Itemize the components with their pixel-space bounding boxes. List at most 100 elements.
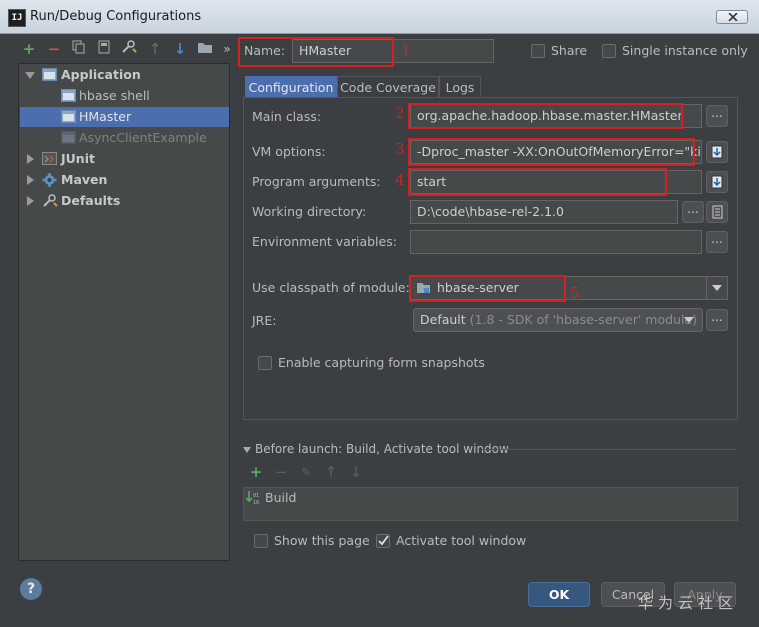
folder-icon-glyph (198, 43, 212, 53)
tab-logs[interactable]: Logs (439, 76, 481, 98)
tree-item-label: Maven (61, 172, 108, 187)
configuration-tree: Application hbase shell HMaster AsyncCli… (18, 63, 230, 561)
checkmark-icon (378, 535, 389, 546)
jre-value: Default (420, 312, 466, 327)
jre-hint: (1.8 - SDK of 'hbase-server' module) (469, 312, 698, 327)
build-task-label: Build (265, 490, 297, 505)
application-config-icon-disabled (61, 131, 76, 144)
main-class-label: Main class: (252, 109, 322, 124)
jre-label: JRE: (252, 313, 277, 328)
environment-variables-input[interactable] (410, 230, 702, 254)
folder-icon[interactable] (196, 40, 214, 58)
expand-triangle-icon (27, 175, 34, 185)
annotation-number-3: 3 (395, 140, 405, 158)
environment-variables-browse-button[interactable]: ... (706, 231, 728, 253)
capture-snapshots-label: Enable capturing form snapshots (278, 355, 485, 370)
select-divider (706, 277, 707, 299)
show-page-label: Show this page (274, 533, 370, 548)
junit-icon (42, 152, 57, 165)
expand-field-icon (711, 145, 723, 159)
intellij-app-icon: IJ (8, 9, 26, 27)
annotation-box-3 (408, 138, 695, 166)
expand-field-icon (711, 175, 723, 189)
move-task-down-icon[interactable]: ↓ (347, 463, 365, 481)
move-up-icon[interactable]: ↑ (146, 40, 164, 58)
svg-text:10: 10 (253, 500, 259, 506)
edit-task-icon[interactable]: ✎ (297, 463, 315, 481)
working-directory-label: Working directory: (252, 204, 367, 219)
remove-icon[interactable]: − (45, 40, 63, 58)
collapse-section-icon[interactable] (243, 447, 251, 453)
vm-options-label: VM options: (252, 144, 326, 159)
tree-item-label: Defaults (61, 193, 121, 208)
move-down-icon[interactable]: ↓ (171, 40, 189, 58)
section-divider (482, 449, 736, 450)
before-launch-label: Before launch: Build, Activate tool wind… (255, 442, 509, 456)
wrench-icon[interactable] (120, 40, 138, 58)
tree-item-label: AsyncClientExample (79, 130, 207, 145)
collapse-triangle-icon (25, 72, 35, 79)
capture-snapshots-checkbox[interactable] (258, 356, 272, 370)
title-bar: IJ Run/Debug Configurations (0, 0, 759, 34)
copy-icon[interactable] (70, 40, 88, 58)
remove-task-icon[interactable]: − (272, 463, 290, 481)
annotation-number-2: 2 (395, 104, 405, 122)
annotation-number-1: 1 (401, 42, 411, 60)
add-icon[interactable]: + (20, 40, 38, 58)
save-icon-glyph (98, 40, 110, 54)
document-icon (712, 205, 723, 219)
annotation-number-4: 4 (395, 171, 405, 189)
single-instance-label: Single instance only (622, 43, 748, 58)
annotation-number-5: 5 (570, 284, 580, 302)
main-class-browse-button[interactable]: ... (706, 105, 728, 127)
svg-text:01: 01 (253, 493, 259, 499)
tree-item-label: HMaster (79, 109, 132, 124)
program-arguments-label: Program arguments: (252, 174, 381, 189)
dropdown-arrow-icon[interactable] (684, 317, 694, 323)
close-icon (728, 13, 738, 21)
add-task-icon[interactable]: + (247, 463, 265, 481)
single-instance-checkbox[interactable] (602, 44, 616, 58)
program-arguments-expand-button[interactable] (706, 171, 728, 193)
classpath-module-label: Use classpath of module: (252, 280, 410, 295)
move-task-up-icon[interactable]: ↑ (322, 463, 340, 481)
application-config-icon (61, 89, 76, 102)
share-label: Share (551, 43, 588, 58)
before-launch-task-list (243, 487, 738, 521)
application-icon (42, 68, 57, 81)
tree-item-label: Application (61, 67, 141, 82)
working-directory-macro-button[interactable] (706, 201, 728, 223)
defaults-wrench-icon (43, 194, 58, 207)
tree-item-label: JUnit (61, 151, 95, 166)
show-page-checkbox[interactable] (254, 534, 268, 548)
wrench-icon-glyph (122, 40, 137, 53)
environment-variables-label: Environment variables: (252, 234, 397, 249)
activate-tool-window-label: Activate tool window (396, 533, 527, 548)
build-binary-icon: 0110 (246, 491, 259, 506)
dropdown-arrow-icon[interactable] (712, 285, 722, 291)
expand-triangle-icon (27, 196, 34, 206)
jre-select[interactable]: Default (1.8 - SDK of 'hbase-server' mod… (413, 308, 703, 332)
activate-tool-window-checkbox[interactable] (376, 534, 390, 548)
watermark-text: 华为云社区 (638, 594, 739, 612)
application-config-icon (61, 110, 76, 123)
share-checkbox[interactable] (531, 44, 545, 58)
save-icon[interactable] (95, 40, 113, 58)
annotation-box-1 (238, 37, 394, 67)
tab-code-coverage[interactable]: Code Coverage (337, 76, 439, 98)
annotation-box-5 (409, 275, 566, 302)
ok-button[interactable]: OK (528, 582, 590, 607)
annotation-box-4 (408, 168, 667, 196)
help-button[interactable]: ? (20, 578, 42, 600)
window-close-button[interactable] (716, 10, 748, 24)
tree-item-label: hbase shell (79, 88, 150, 103)
vm-options-expand-button[interactable] (706, 141, 728, 163)
jre-browse-button[interactable]: ... (706, 309, 728, 331)
maven-gear-icon (42, 173, 57, 187)
tab-configuration[interactable]: Configuration (245, 76, 337, 98)
working-directory-browse-button[interactable]: ... (682, 201, 704, 223)
working-directory-input[interactable]: D:\code\hbase-rel-2.1.0 (410, 200, 678, 224)
window-title: Run/Debug Configurations (30, 9, 202, 24)
more-icon[interactable]: » (218, 40, 236, 58)
annotation-box-2 (408, 103, 683, 129)
